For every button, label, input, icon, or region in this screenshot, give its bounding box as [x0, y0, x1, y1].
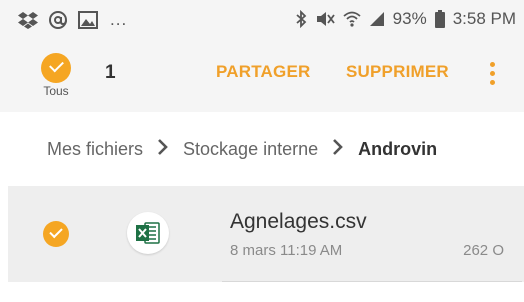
file-date: 8 mars 11:19 AM — [230, 242, 343, 259]
status-bar: ... 93% 3:58 PM — [0, 0, 524, 40]
mute-icon — [315, 10, 335, 28]
file-name: Agnelages.csv — [230, 210, 367, 233]
file-size: 262 O — [463, 242, 504, 259]
selection-action-bar: Tous 1 PARTAGER SUPPRIMER — [0, 40, 524, 112]
share-button[interactable]: PARTAGER — [216, 62, 310, 82]
breadcrumb-item-my-files[interactable]: Mes fichiers — [47, 139, 143, 160]
image-icon — [78, 11, 98, 29]
list-item[interactable]: Agnelages.csv 8 mars 11:19 AM 262 O — [8, 186, 524, 282]
status-bar-system: 93% 3:58 PM — [295, 10, 516, 28]
checkmark-icon[interactable] — [41, 53, 71, 83]
at-icon — [48, 10, 68, 30]
dropbox-icon — [18, 11, 38, 29]
select-all-label: Tous — [43, 84, 69, 98]
bluetooth-icon — [295, 10, 307, 28]
selected-count: 1 — [105, 62, 116, 83]
select-all-toggle[interactable]: Tous — [38, 53, 74, 98]
breadcrumb: Mes fichiers Stockage interne Androvin — [0, 112, 524, 186]
delete-button[interactable]: SUPPRIMER — [346, 62, 449, 82]
chevron-right-icon — [332, 138, 344, 161]
checkmark-icon[interactable] — [43, 221, 69, 247]
battery-icon — [434, 10, 445, 28]
excel-icon — [127, 212, 169, 254]
more-options-icon[interactable] — [485, 62, 499, 90]
battery-percent: 93% — [392, 9, 427, 28]
signal-icon — [369, 11, 385, 27]
notification-overflow: ... — [110, 10, 128, 29]
status-bar-notifications: ... — [18, 10, 127, 30]
clock: 3:58 PM — [452, 9, 516, 28]
wifi-icon — [343, 10, 361, 28]
breadcrumb-item-internal-storage[interactable]: Stockage interne — [183, 139, 318, 160]
breadcrumb-current: Androvin — [358, 138, 438, 159]
chevron-right-icon — [157, 138, 169, 161]
list-empty-area — [0, 282, 524, 302]
